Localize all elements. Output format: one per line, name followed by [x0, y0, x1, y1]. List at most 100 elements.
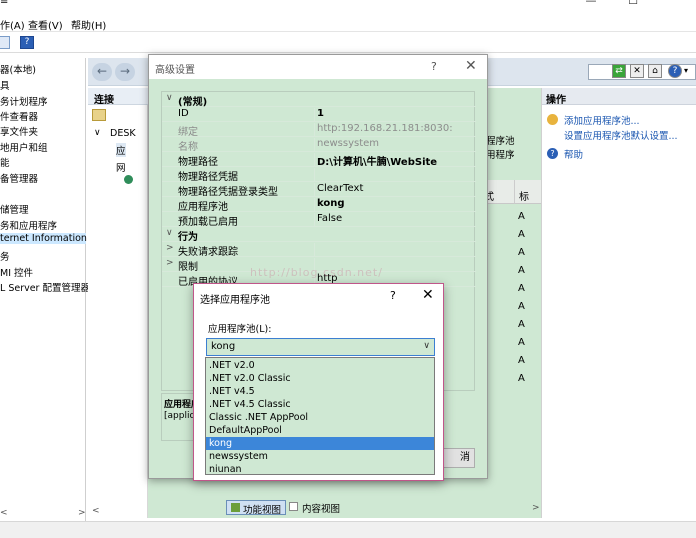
features-view-icon	[231, 503, 240, 512]
cell-text: A	[518, 337, 525, 348]
property-row[interactable]: 名称 newssystem	[162, 137, 476, 152]
help-icon[interactable]: ?	[431, 60, 437, 73]
tree-item[interactable]: 务	[0, 249, 10, 263]
chevron-right-icon[interactable]: >	[166, 258, 174, 268]
property-row[interactable]: > 失败请求跟踪	[162, 242, 476, 257]
property-key: 绑定	[178, 127, 198, 137]
tree-item[interactable]: 件查看器	[0, 109, 38, 123]
property-row[interactable]: 物理路径凭据登录类型 ClearText	[162, 182, 476, 197]
tree-item[interactable]: 能	[0, 155, 10, 169]
property-value: D:\计算机\牛腩\WebSite	[314, 153, 474, 167]
tree-item[interactable]: 储管理	[0, 202, 29, 216]
category-behavior[interactable]: ∨ 行为	[162, 227, 476, 242]
app-pool-select[interactable]: kong ∨	[206, 338, 435, 356]
category-general[interactable]: ∨ (常规)	[162, 92, 476, 107]
app-icon: ≡	[0, 0, 9, 7]
help-nav-icon[interactable]: ?	[668, 64, 682, 78]
tree-item[interactable]: 务和应用程序	[0, 218, 57, 232]
option-net-v2-classic[interactable]: .NET v2.0 Classic	[206, 372, 434, 385]
actions-pane: 操作 添加应用程序池... 设置应用程序池默认设置... ? 帮助	[541, 88, 696, 518]
cell-text: A	[518, 229, 525, 240]
tree-item[interactable]: 备管理器	[0, 171, 38, 185]
close-icon[interactable]: ✕	[422, 287, 434, 303]
minimize-button[interactable]: —	[570, 0, 612, 8]
tree-item[interactable]: 务计划程序	[0, 94, 48, 108]
tree-item-desktop[interactable]: DESK	[110, 128, 136, 139]
cell-text: A	[518, 247, 525, 258]
scroll-left-arrow-icon[interactable]: <	[0, 508, 8, 518]
tree-item-app-pools[interactable]: 应	[116, 143, 126, 157]
features-view-tab[interactable]: 功能视图	[226, 500, 286, 516]
help-link[interactable]: 帮助	[564, 147, 583, 161]
option-newssystem[interactable]: newssystem	[206, 450, 434, 463]
help-toolbar-icon[interactable]: ?	[20, 36, 34, 49]
set-pool-defaults-link[interactable]: 设置应用程序池默认设置...	[564, 128, 678, 142]
tree-item[interactable]: 地用户和组	[0, 140, 48, 154]
connections-pane: 连接 ∨ DESK 应 网 <	[88, 88, 148, 518]
property-key: 名称	[178, 142, 198, 152]
tree-item-iis[interactable]: ternet Information S	[0, 233, 96, 244]
cell-text: A	[518, 319, 525, 330]
scroll-right-arrow-icon[interactable]: >	[78, 508, 86, 518]
select-app-pool-dialog: 选择应用程序池 ? ✕ 应用程序池(L): kong ∨ .NET v2.0 .…	[193, 283, 444, 481]
chevron-down-icon[interactable]: ▾	[684, 66, 688, 75]
property-row[interactable]: 物理路径 D:\计算机\牛腩\WebSite	[162, 152, 476, 167]
add-app-pool-link[interactable]: 添加应用程序池...	[564, 113, 640, 127]
menu-help[interactable]: 帮助(H)	[71, 17, 106, 32]
option-net-v2[interactable]: .NET v2.0	[206, 359, 434, 372]
option-kong[interactable]: kong	[206, 437, 434, 450]
help-icon[interactable]: ?	[390, 289, 396, 302]
option-net-v45-classic[interactable]: .NET v4.5 Classic	[206, 398, 434, 411]
content-view-icon	[289, 502, 298, 511]
chevron-down-icon[interactable]: ∨	[166, 228, 173, 238]
property-value	[314, 243, 474, 257]
option-default-apppool[interactable]: DefaultAppPool	[206, 424, 434, 437]
add-pool-icon	[547, 114, 558, 125]
property-key: 物理路径凭据	[178, 172, 238, 182]
description-text: [applic	[164, 411, 195, 421]
menu-action[interactable]: 作(A)	[0, 17, 25, 32]
stop-icon[interactable]: ✕	[630, 64, 644, 78]
connections-header: 连接	[88, 88, 148, 106]
property-row[interactable]: 绑定 http:192.168.21.181:8030:	[162, 122, 476, 137]
option-classic-net-apppool[interactable]: Classic .NET AppPool	[206, 411, 434, 424]
column-header-label: 标	[519, 192, 529, 203]
connect-icon[interactable]	[92, 109, 106, 121]
chevron-right-icon[interactable]: >	[166, 243, 174, 253]
tree-item[interactable]: 享文件夹	[0, 124, 38, 138]
cell-text: A	[518, 211, 525, 222]
property-row[interactable]: ID 1	[162, 107, 476, 122]
iis-manager-window: ≡ — ☐ 作(A) 查看(V) 帮助(H) ? 器(本地) 具 务计划程序 件…	[0, 0, 696, 538]
menu-bar: 作(A) 查看(V) 帮助(H)	[0, 14, 696, 32]
content-view-tab[interactable]: 内容视图	[302, 501, 340, 515]
chevron-down-icon[interactable]: ∨	[166, 93, 173, 103]
tree-item[interactable]: L Server 配置管理器	[0, 280, 90, 294]
close-window-button[interactable]	[654, 0, 696, 8]
features-view-label: 功能视图	[243, 505, 282, 516]
show-tree-icon[interactable]	[0, 36, 10, 49]
chevron-down-icon[interactable]: ∨	[423, 341, 430, 351]
property-value: False	[314, 213, 474, 227]
help-icon: ?	[547, 148, 558, 159]
close-icon[interactable]: ✕	[465, 58, 477, 74]
property-row[interactable]: 预加载已启用 False	[162, 212, 476, 227]
property-row-app-pool[interactable]: 应用程序池 kong	[162, 197, 476, 212]
forward-arrow-icon[interactable]: →	[115, 63, 135, 81]
property-row[interactable]: 物理路径凭据	[162, 167, 476, 182]
tree-item-sites[interactable]: 网	[116, 160, 126, 174]
globe-icon[interactable]	[124, 175, 133, 184]
title-bar: ≡ — ☐	[0, 0, 696, 14]
tree-item[interactable]: 具	[0, 78, 10, 92]
chevron-down-icon[interactable]: ∨	[94, 128, 101, 138]
maximize-button[interactable]: ☐	[612, 0, 654, 8]
home-icon[interactable]: ⌂	[648, 64, 662, 78]
tree-item[interactable]: 器(本地)	[0, 62, 36, 76]
scroll-left-arrow-icon[interactable]: <	[92, 506, 100, 516]
go-icon[interactable]: ⇄	[612, 64, 626, 78]
option-net-v45[interactable]: .NET v4.5	[206, 385, 434, 398]
menu-view[interactable]: 查看(V)	[28, 17, 63, 32]
column-header[interactable]: 标	[514, 180, 541, 204]
option-niunan[interactable]: niunan	[206, 463, 434, 476]
back-arrow-icon[interactable]: ←	[92, 63, 112, 81]
tree-item[interactable]: MI 控件	[0, 265, 33, 279]
